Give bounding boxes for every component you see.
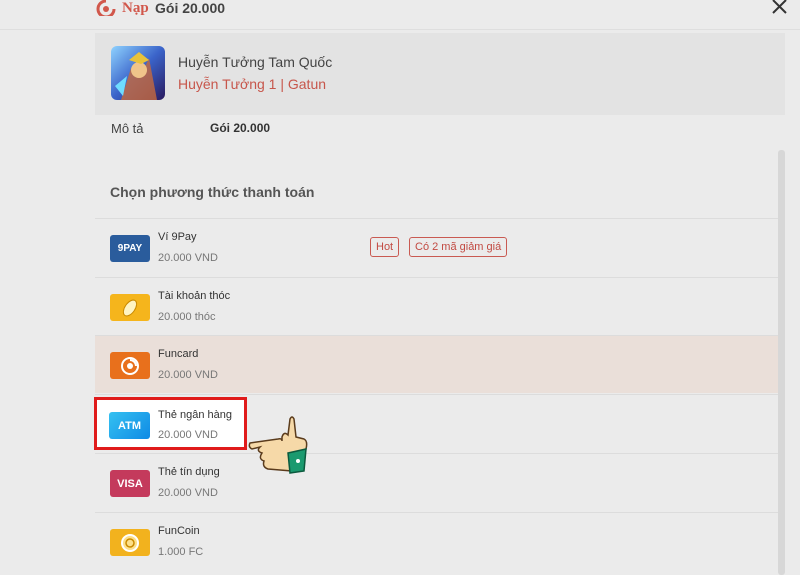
- method-name: FunCoin: [158, 525, 200, 537]
- game-avatar: [111, 46, 165, 100]
- pointing-hand-icon: [248, 416, 308, 474]
- close-icon[interactable]: [768, 0, 790, 18]
- 9pay-icon: 9PAY: [110, 235, 150, 262]
- method-name: Thẻ ngân hàng: [158, 409, 233, 421]
- scrollbar[interactable]: [778, 150, 785, 575]
- method-price: 20.000 VND: [158, 369, 218, 381]
- payment-method-funcoin[interactable]: FunCoin 1.000 FC: [95, 512, 785, 570]
- funcard-icon: [110, 352, 150, 379]
- method-price: 20.000 thóc: [158, 311, 216, 323]
- method-price: 1.000 FC: [158, 546, 204, 558]
- game-name: Huyễn Tưởng Tam Quốc: [178, 54, 333, 70]
- atm-card-icon: ATM: [109, 412, 150, 439]
- method-name: Tài khoản thóc: [158, 290, 231, 302]
- payment-method-rice-account[interactable]: Tài khoản thóc 20.000 thóc: [95, 277, 785, 335]
- method-price: 20.000 VND: [158, 487, 218, 499]
- hot-badge: Hot: [370, 237, 400, 257]
- method-name: Funcard: [158, 348, 199, 360]
- description-value: Gói 20.000: [210, 121, 271, 135]
- modal-header: Nạp Gói 20.000: [0, 0, 800, 30]
- method-name: Ví 9Pay: [158, 231, 197, 243]
- payment-method-credit-card[interactable]: VISA Thẻ tín dụng 20.000 VND: [95, 453, 785, 511]
- description-label: Mô tả: [111, 121, 144, 136]
- game-info-card: Huyễn Tưởng Tam Quốc Huyễn Tưởng 1 | Gat…: [95, 33, 785, 115]
- payment-method-9pay[interactable]: 9PAY Ví 9Pay 20.000 VND Hot Có 2 mã giảm…: [95, 218, 785, 276]
- nap-logo-icon: [96, 0, 116, 16]
- method-price: 20.000 VND: [158, 429, 218, 441]
- rice-grain-icon: [110, 294, 150, 321]
- payment-method-funcard[interactable]: Funcard 20.000 VND: [95, 335, 785, 393]
- game-server: Huyễn Tưởng 1 | Gatun: [178, 76, 327, 92]
- visa-icon: VISA: [110, 470, 150, 497]
- method-name: Thẻ tín dụng: [158, 466, 220, 478]
- modal-title: Gói 20.000: [155, 0, 226, 16]
- discount-badge[interactable]: Có 2 mã giảm giá: [409, 237, 508, 257]
- method-price: 20.000 VND: [158, 252, 218, 264]
- funcoin-icon: [110, 529, 150, 556]
- payment-method-bank-card[interactable]: ATM Thẻ ngân hàng 20.000 VND: [94, 397, 247, 450]
- section-title: Chọn phương thức thanh toán: [110, 184, 315, 200]
- brand-label: Nạp: [122, 0, 149, 16]
